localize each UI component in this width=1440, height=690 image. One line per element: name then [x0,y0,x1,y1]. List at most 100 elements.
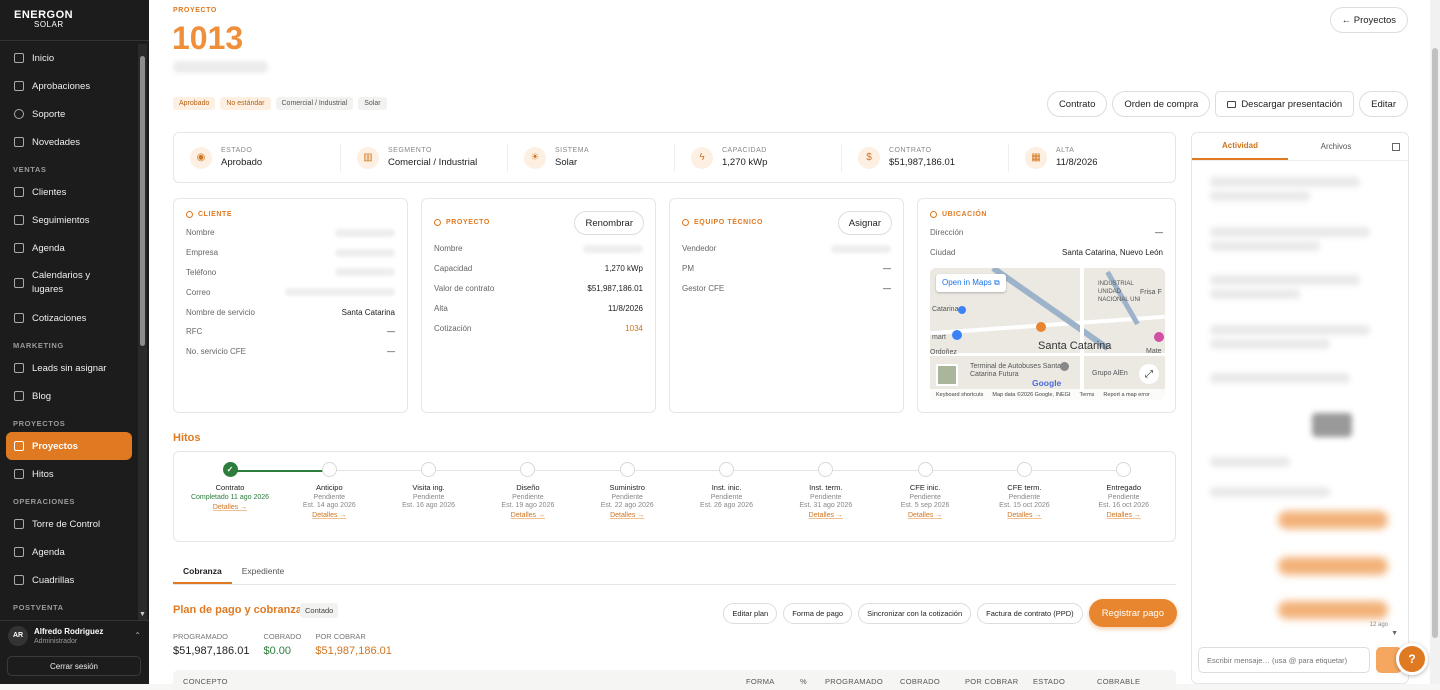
milestone-details-link[interactable]: Detalles → [482,512,574,519]
map-highway [991,268,1110,351]
milestone-details-link[interactable]: Detalles → [780,512,872,519]
message-input[interactable] [1198,647,1370,673]
total-label: POR COBRAR [315,632,366,641]
factura-contrato-button[interactable]: Factura de contrato (PPD) [977,602,1083,624]
editar-button[interactable]: Editar [1359,91,1408,117]
milestone-details-link[interactable]: Detalles → [1078,512,1170,519]
open-in-maps-link[interactable]: Open in Maps ⧉ [936,274,1006,292]
editar-plan-button[interactable]: Editar plan [723,602,778,624]
page-scrollbar[interactable] [1430,0,1440,684]
back-to-projects-button[interactable]: ← Proyectos [1329,7,1408,33]
calendar-icon [14,243,24,253]
col-forma[interactable]: FORMA [746,677,775,686]
nav-cotizaciones[interactable]: Cotizaciones [6,304,132,332]
total-programado: PROGRAMADO $51,987,186.01 [173,632,249,657]
col-programado[interactable]: PROGRAMADO [825,677,883,686]
nav-inicio[interactable]: Inicio [6,44,132,72]
location-map[interactable]: Open in Maps ⧉ INDUSTRIAL UNIDAD NACIONA… [930,268,1165,400]
asignar-button[interactable]: Asignar [837,211,892,235]
nav-label: Soporte [32,108,66,120]
nav-calendarios[interactable]: Calendarios y lugares [6,262,132,304]
scroll-down-arrow-icon[interactable]: ▼ [139,611,146,618]
milestone-status: Pendiente [611,494,643,501]
col-cobrado[interactable]: COBRADO [900,677,940,686]
logout-button[interactable]: Cerrar sesión [7,656,141,676]
nav-agenda-ops[interactable]: Agenda [6,538,132,566]
milestone-details-link[interactable]: Detalles → [978,512,1070,519]
milestone-name: CFE term. [1007,483,1042,492]
nav-proyectos[interactable]: Proyectos [6,432,132,460]
orden-compra-button[interactable]: Orden de compra [1112,91,1211,117]
nav-aprobaciones[interactable]: Aprobaciones [6,72,132,100]
total-label: PROGRAMADO [173,632,229,641]
shop-pin-icon[interactable] [958,306,966,314]
book-icon [14,391,24,401]
milestone-status: Pendiente [512,494,544,501]
poi-pin-icon[interactable] [1154,332,1164,342]
scroll-down-icon[interactable]: ▼ [1391,630,1398,637]
col-cobrable[interactable]: COBRABLE [1097,677,1140,686]
nav-agenda[interactable]: Agenda [6,234,132,262]
registrar-pago-button[interactable]: Registrar pago [1088,599,1177,627]
renombrar-button[interactable]: Renombrar [574,211,644,235]
bus-pin-icon[interactable] [1060,362,1069,371]
nav-cuadrillas[interactable]: Cuadrillas [6,566,132,594]
google-logo: Google [1032,378,1062,388]
scrollbar-thumb[interactable] [140,56,145,346]
contrato-button[interactable]: Contrato [1046,91,1108,117]
col-percent[interactable]: % [800,677,807,686]
map-layer-thumbnail[interactable] [936,364,958,386]
field-row: Nombre [434,239,643,259]
summary-label: CAPACIDAD [722,147,767,154]
col-estado[interactable]: ESTADO [1033,677,1065,686]
milestone-name: Anticipo [315,483,343,492]
col-por-cobrar[interactable]: POR COBRAR [965,677,1018,686]
brand-logo[interactable]: ENERGON SOLAR [0,0,149,40]
report-error-link[interactable]: Report a map error [1103,392,1149,398]
milestone-dot [321,462,337,477]
help-chat-icon[interactable]: ? [1396,643,1428,675]
nav-hitos[interactable]: Hitos [6,460,132,488]
nav-novedades[interactable]: Novedades [6,128,132,156]
milestone-date: Est. 15 oct 2026 [999,502,1050,509]
card-kicker: CLIENTE [186,211,395,218]
milestone-details-link[interactable]: Detalles → [879,512,971,519]
col-concepto[interactable]: CONCEPTO [183,677,228,686]
nav-blog[interactable]: Blog [6,382,132,410]
nav-seguimientos[interactable]: Seguimientos [6,206,132,234]
milestone-details-link[interactable]: Detalles → [283,512,375,519]
field-row: Ciudad Santa Catarina, Nuevo León [930,243,1163,263]
nav-torre[interactable]: Torre de Control [6,510,132,538]
terms-link[interactable]: Terms [1079,392,1094,398]
milestone-date: Est. 31 ago 2026 [799,502,853,509]
cotizacion-link[interactable]: 1034 [625,324,643,333]
page-scrollbar-thumb[interactable] [1432,48,1438,638]
sidebar-scrollbar[interactable]: ▼ [138,44,147,620]
nav-soporte[interactable]: Soporte [6,100,132,128]
tab-actividad[interactable]: Actividad [1192,133,1288,160]
restaurant-pin-icon[interactable] [1036,322,1046,332]
nav-leads[interactable]: Leads sin asignar [6,354,132,382]
user-menu[interactable]: AR Alfredo Rodriguez Administrador ⌃ [0,620,149,650]
sincronizar-button[interactable]: Sincronizar con la cotización [858,602,972,624]
chevron-up-icon: ⌃ [134,631,141,640]
summary-value: Comercial / Industrial [388,157,478,168]
summary-label: ESTADO [221,147,253,154]
nav-clientes[interactable]: Clientes [6,178,132,206]
milestone-name: Inst. inic. [711,483,742,492]
milestone-details-link[interactable]: Detalles → [184,504,276,511]
milestone-details-link[interactable]: Detalles → [581,512,673,519]
keyboard-shortcuts-link[interactable]: Keyboard shortcuts [936,392,983,398]
tab-cobranza[interactable]: Cobranza [173,562,232,584]
milestone-status: Pendiente [710,494,743,501]
tag-non-standard: No estándar [220,97,271,110]
shop-pin-icon[interactable] [952,330,962,340]
collapse-panel-icon[interactable] [1384,133,1408,160]
tab-expediente[interactable]: Expediente [232,562,295,584]
forma-pago-button[interactable]: Forma de pago [783,602,853,624]
redacted-entry [1210,191,1310,201]
field-label: Dirección [930,228,964,238]
fullscreen-icon[interactable]: ⤢ [1139,364,1159,384]
tab-archivos[interactable]: Archivos [1288,133,1384,160]
descargar-presentacion-button[interactable]: Descargar presentación [1215,91,1355,117]
